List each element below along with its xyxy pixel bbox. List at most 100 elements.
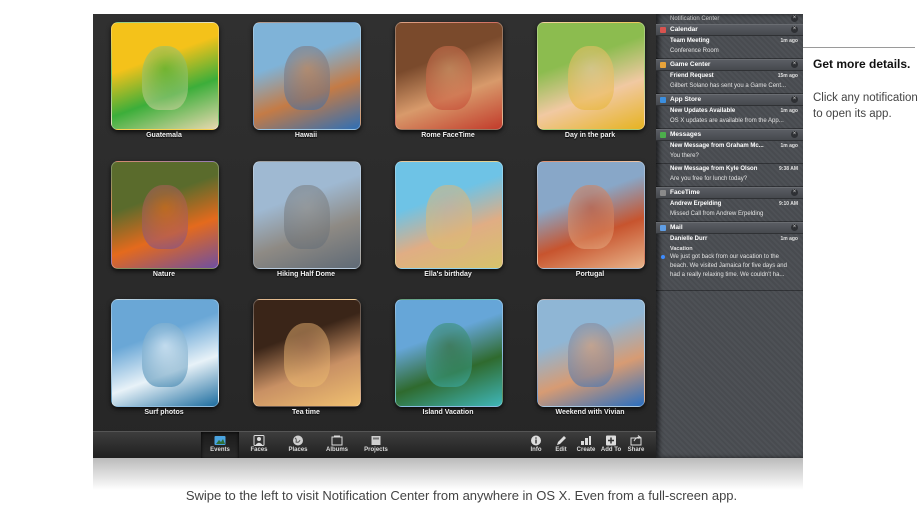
toolbar-button-label: Events — [210, 447, 230, 453]
event-label: Day in the park — [564, 132, 616, 139]
photo-subject — [567, 323, 615, 387]
toolbar-button-share[interactable]: Share — [617, 432, 655, 458]
photo-subject — [283, 185, 331, 249]
notification-time: 15m ago — [777, 73, 798, 79]
notification-body: Are you free for lunch today? — [670, 176, 748, 182]
toolbar-button-projects[interactable]: Projects — [357, 432, 395, 458]
photo-subject — [141, 323, 189, 387]
notification-app-name: App Store — [670, 96, 702, 103]
notification-item[interactable]: Friend Request 15m ago Gilbert Solano has … — [656, 71, 803, 94]
notification-app-name: Calendar — [670, 26, 698, 33]
photo-subject — [425, 323, 473, 387]
toolbar-button-events[interactable]: Events — [201, 432, 239, 458]
notification-title: New Message from Graham Mc... — [670, 143, 764, 149]
notification-item[interactable]: New Message from Kyle Olson 9:38 AM Are yo… — [656, 164, 803, 187]
event-label: Guatemala — [146, 132, 182, 139]
notification-item[interactable]: New Message from Graham Mc... 1m ago You t… — [656, 141, 803, 164]
event-tile[interactable]: Island Vacation — [377, 291, 519, 421]
faces-icon — [240, 435, 278, 446]
projects-icon — [357, 435, 395, 446]
notification-body: You there? — [670, 153, 699, 159]
toolbar-button-label: Projects — [364, 447, 388, 453]
notification-section-app-store: App Store × — [656, 94, 803, 106]
game-center-app-icon — [660, 62, 666, 68]
page-caption: Swipe to the left to visit Notification … — [185, 488, 738, 503]
calendar-app-icon — [660, 27, 666, 33]
close-icon[interactable]: × — [791, 131, 798, 138]
toolbar-button-label: Places — [288, 447, 308, 453]
notification-item[interactable]: Danielle Durr 1m ago Vacation We just got b… — [656, 234, 803, 291]
notification-section-messages: Messages × — [656, 129, 803, 141]
event-tile[interactable]: Surf photos — [93, 291, 235, 421]
event-thumbnail — [537, 22, 645, 130]
event-thumbnail — [395, 299, 503, 407]
close-icon[interactable]: × — [791, 26, 798, 33]
toolbar-button-faces[interactable]: Faces — [240, 432, 278, 458]
event-tile[interactable]: Nature — [93, 153, 235, 283]
event-label: Ella's birthday — [424, 271, 472, 278]
event-label: Hiking Half Dome — [277, 271, 335, 278]
notification-title: Team Meeting — [670, 38, 710, 44]
notification-title: New Message from Kyle Olson — [670, 166, 758, 172]
event-label: Surf photos — [144, 409, 184, 416]
toolbar-button-albums[interactable]: Albums — [318, 432, 356, 458]
notification-item[interactable]: Team Meeting 1m ago Conference Room — [656, 36, 803, 59]
event-tile[interactable]: Weekend with Vivian — [519, 291, 661, 421]
event-tile[interactable]: Guatemala — [93, 14, 235, 144]
notification-center-header: Notification Center × — [656, 14, 803, 24]
iphoto-toolbar: Events Faces Places Albums Projects Info Edit C… — [93, 431, 656, 458]
close-icon[interactable]: × — [791, 15, 798, 22]
notification-body: Gilbert Solano has sent you a Game Cent.… — [670, 83, 787, 89]
event-label: Rome FaceTime — [421, 132, 475, 139]
toolbar-button-places[interactable]: Places — [279, 432, 317, 458]
event-thumbnail — [537, 161, 645, 269]
event-thumbnail — [253, 299, 361, 407]
notification-app-name: Messages — [670, 131, 702, 138]
event-tile[interactable]: Hawaii — [235, 14, 377, 144]
close-icon[interactable]: × — [791, 224, 798, 231]
notification-body: We just got back from our vacation to th… — [670, 254, 787, 278]
event-label: Portugal — [575, 271, 605, 278]
mail-app-icon — [660, 225, 666, 231]
share-icon — [617, 435, 655, 446]
callout-body: Click any notification to open its app. — [813, 92, 918, 120]
notification-title: New Updates Available — [670, 108, 736, 114]
close-icon[interactable]: × — [791, 61, 798, 68]
notification-time: 1m ago — [780, 236, 798, 242]
messages-app-icon — [660, 132, 666, 138]
photo-subject — [567, 185, 615, 249]
event-label: Nature — [152, 271, 176, 278]
event-thumbnail — [253, 22, 361, 130]
toolbar-button-label: Share — [627, 447, 645, 453]
event-tile[interactable]: Hiking Half Dome — [235, 153, 377, 283]
photo-subject — [567, 46, 615, 110]
notification-section-game-center: Game Center × — [656, 59, 803, 71]
event-label: Island Vacation — [422, 409, 474, 416]
notification-item[interactable]: Andrew Erpelding 9:10 AM Missed Call from … — [656, 199, 803, 222]
event-tile[interactable]: Day in the park — [519, 14, 661, 144]
notification-app-name: Mail — [670, 224, 683, 231]
notification-app-name: Game Center — [670, 61, 711, 68]
close-icon[interactable]: × — [791, 189, 798, 196]
event-tile[interactable]: Tea time — [235, 291, 377, 421]
event-tile[interactable]: Portugal — [519, 153, 661, 283]
notification-time: 9:10 AM — [779, 201, 798, 207]
event-tile[interactable]: Rome FaceTime — [377, 14, 519, 144]
notification-section-mail: Mail × — [656, 222, 803, 234]
notification-item[interactable]: New Updates Available 1m ago OS X updates … — [656, 106, 803, 129]
callout-title: Get more details. — [813, 57, 911, 71]
event-thumbnail — [537, 299, 645, 407]
screen-reflection — [93, 458, 803, 490]
events-grid: Guatemala Hawaii Rome FaceTime Day in the p… — [93, 14, 656, 431]
notification-time: 1m ago — [780, 143, 798, 149]
events-icon — [201, 435, 239, 446]
notification-body: Conference Room — [670, 48, 719, 54]
mac-screen: Guatemala Hawaii Rome FaceTime Day in the p… — [93, 14, 803, 458]
close-icon[interactable]: × — [791, 96, 798, 103]
notification-time: 1m ago — [780, 38, 798, 44]
event-thumbnail — [395, 161, 503, 269]
callout-pointer-line — [803, 47, 915, 48]
photo-subject — [141, 46, 189, 110]
event-tile[interactable]: Ella's birthday — [377, 153, 519, 283]
notification-center-panel: Notification Center × Calendar × Team Meet… — [656, 14, 803, 458]
